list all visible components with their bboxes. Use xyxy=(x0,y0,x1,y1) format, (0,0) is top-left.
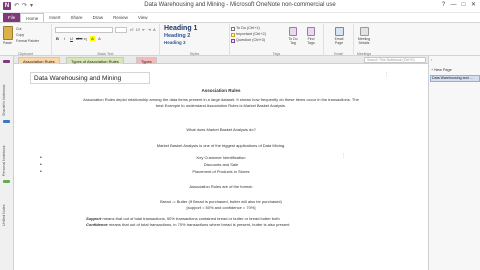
page-pane: › New Page Data Warehousing and ... xyxy=(428,56,480,270)
list-item: Discounts and Sale xyxy=(203,162,239,167)
intro-line-2: best Example to understand Association R… xyxy=(155,103,287,108)
font-size-dropdown[interactable] xyxy=(115,27,127,33)
basic-text-group: B I U abc x₂ A A •≡ 1≡ ⇤ ⇥ A Basic Text xyxy=(52,24,160,56)
section-tab-bar: Association Rules Types of Association R… xyxy=(14,56,428,64)
question-mark-icon xyxy=(231,39,235,43)
notebook-color-icon xyxy=(3,180,10,183)
strikethrough-button[interactable]: abc xyxy=(76,36,82,41)
meetings-group: Meeting Details Meetings xyxy=(354,24,374,56)
window-title: Data Warehousing and Mining - Microsoft … xyxy=(144,2,336,8)
tab-review[interactable]: Review xyxy=(108,13,133,22)
collapse-page-pane-icon[interactable]: › xyxy=(431,57,432,62)
confidence-definition: Confidence means that out of total trans… xyxy=(86,222,416,228)
style-heading-2[interactable]: Heading 2 xyxy=(164,33,190,39)
todo-checkbox-icon xyxy=(231,27,235,31)
mba-intro-line: Market Basket Analysis is one of the big… xyxy=(156,143,286,148)
styles-group: Heading 1 Heading 2 Heading 3 Styles xyxy=(160,24,230,56)
help-button[interactable]: ? xyxy=(439,1,448,9)
email-icon xyxy=(334,27,344,36)
increase-indent-button[interactable]: ⇥ xyxy=(148,27,151,32)
todo-tag-label: To Do Tag xyxy=(288,37,298,45)
tab-draw[interactable]: Draw xyxy=(88,13,109,22)
example-line-1: Bread -> Butter (If Bread is purchased, … xyxy=(160,199,282,204)
page-title[interactable]: Data Warehousing and Mining xyxy=(30,72,150,84)
important-star-icon xyxy=(231,33,235,37)
todo-tag-button[interactable]: To Do Tag xyxy=(286,27,300,45)
font-color-button[interactable]: A xyxy=(97,36,102,41)
new-page-button[interactable]: New Page xyxy=(431,67,479,73)
search-input[interactable]: Search This Notebook (Ctrl+E) xyxy=(364,57,426,63)
list-buttons: •≡ 1≡ ⇤ ⇥ A xyxy=(130,27,156,32)
tag-question[interactable]: Question (Ctrl+3) xyxy=(236,38,265,42)
todo-tag-icon xyxy=(289,27,297,36)
email-page-label: Email Page xyxy=(334,37,344,45)
find-tags-button[interactable]: Find Tags xyxy=(304,27,318,45)
confidence-term: Confidence xyxy=(86,222,108,227)
style-heading-1[interactable]: Heading 1 xyxy=(164,25,197,32)
format-buttons: B I U abc x₂ A A xyxy=(55,36,102,41)
notebook-pane: Sharath's Notebook Personal Notebook Unf… xyxy=(0,56,14,270)
subscript-button[interactable]: x₂ xyxy=(83,36,88,41)
tab-share[interactable]: Share xyxy=(66,13,88,22)
list-item: Placement of Products in Stores xyxy=(192,169,250,174)
unfiled-notes[interactable]: Unfiled Notes xyxy=(2,186,11,226)
notebook-personal[interactable]: Personal Notebook xyxy=(2,126,11,176)
intro-line-1: Association Rules depict relationship am… xyxy=(83,97,359,102)
notebook-color-icon xyxy=(3,120,10,123)
support-text: means that out of total transactions, 50… xyxy=(101,216,280,221)
example-line-2: [support = 50% and confidence = 70%] xyxy=(186,205,256,210)
paste-button[interactable]: Paste xyxy=(3,41,12,45)
page-list-item[interactable]: Data Warehousing and ... xyxy=(430,75,480,82)
support-term: Support xyxy=(86,216,102,221)
meeting-details-label: Meeting Details xyxy=(357,37,371,45)
numbering-button[interactable]: 1≡ xyxy=(136,27,141,32)
tags-group: To Do (Ctrl+1) Important (Ctrl+2) Questi… xyxy=(230,24,324,56)
email-page-button[interactable]: Email Page xyxy=(331,27,347,45)
tag-important[interactable]: Important (Ctrl+2) xyxy=(236,32,266,36)
question-line: What does Market Basket Analysis do? xyxy=(186,127,256,132)
ribbon-tabs: File Home Insert Share Draw Review View xyxy=(0,13,480,22)
minimize-button[interactable]: — xyxy=(449,1,458,9)
maximize-button[interactable]: □ xyxy=(459,1,468,9)
highlight-button[interactable]: A xyxy=(90,36,95,41)
bold-button[interactable]: B xyxy=(55,36,60,41)
tab-file[interactable]: File xyxy=(3,13,21,22)
window-controls: ? — □ ✕ xyxy=(439,1,478,9)
tag-todo[interactable]: To Do (Ctrl+1) xyxy=(236,26,260,30)
paste-icon[interactable] xyxy=(3,26,13,40)
section-tab-types-of-association-rules[interactable]: Types of Association Rules xyxy=(66,57,124,64)
ribbon: Paste Cut Copy Format Painter Clipboard … xyxy=(0,22,480,56)
find-tags-icon xyxy=(307,27,315,36)
style-heading-3[interactable]: Heading 3 xyxy=(164,40,186,45)
copy-button[interactable]: Copy xyxy=(16,33,24,37)
section-tab-association-rules[interactable]: Association Rules xyxy=(18,57,60,64)
font-name-dropdown[interactable] xyxy=(55,27,113,33)
clear-formatting-button[interactable]: A xyxy=(153,27,156,32)
cut-button[interactable]: Cut xyxy=(16,27,21,31)
italic-button[interactable]: I xyxy=(62,36,67,41)
list-item: Key Customer Identification xyxy=(196,155,246,160)
tab-insert[interactable]: Insert xyxy=(44,13,65,22)
email-group: Email Page Email xyxy=(324,24,354,56)
section-tab-types[interactable]: Types xyxy=(136,57,157,64)
tab-view[interactable]: View xyxy=(133,13,153,22)
decrease-indent-button[interactable]: ⇤ xyxy=(142,27,145,32)
meeting-details-button[interactable]: Meeting Details xyxy=(356,27,372,45)
bullets-button[interactable]: •≡ xyxy=(130,27,134,32)
underline-button[interactable]: U xyxy=(69,36,74,41)
close-button[interactable]: ✕ xyxy=(469,1,478,9)
notebook-color-icon xyxy=(3,60,10,63)
meeting-icon xyxy=(359,27,369,36)
page-canvas[interactable]: Data Warehousing and Mining ⋮ ⋮ Associat… xyxy=(14,64,428,270)
clipboard-group: Paste Cut Copy Format Painter Clipboard xyxy=(0,24,52,56)
format-line: Association Rules are of the format: xyxy=(189,184,253,189)
format-painter-button[interactable]: Format Painter xyxy=(16,39,39,43)
title-bar: N ↶ ↷ ▾ Data Warehousing and Mining - Mi… xyxy=(0,0,480,13)
confidence-text: means that out of total transactions, in… xyxy=(107,222,290,227)
tab-home[interactable]: Home xyxy=(20,13,45,22)
find-tags-label: Find Tags xyxy=(307,37,315,45)
content-heading: Association Rules xyxy=(201,88,241,93)
note-container-handle-icon[interactable]: ⋮ xyxy=(384,72,389,78)
notebook-sharath[interactable]: Sharath's Notebook xyxy=(2,66,11,116)
